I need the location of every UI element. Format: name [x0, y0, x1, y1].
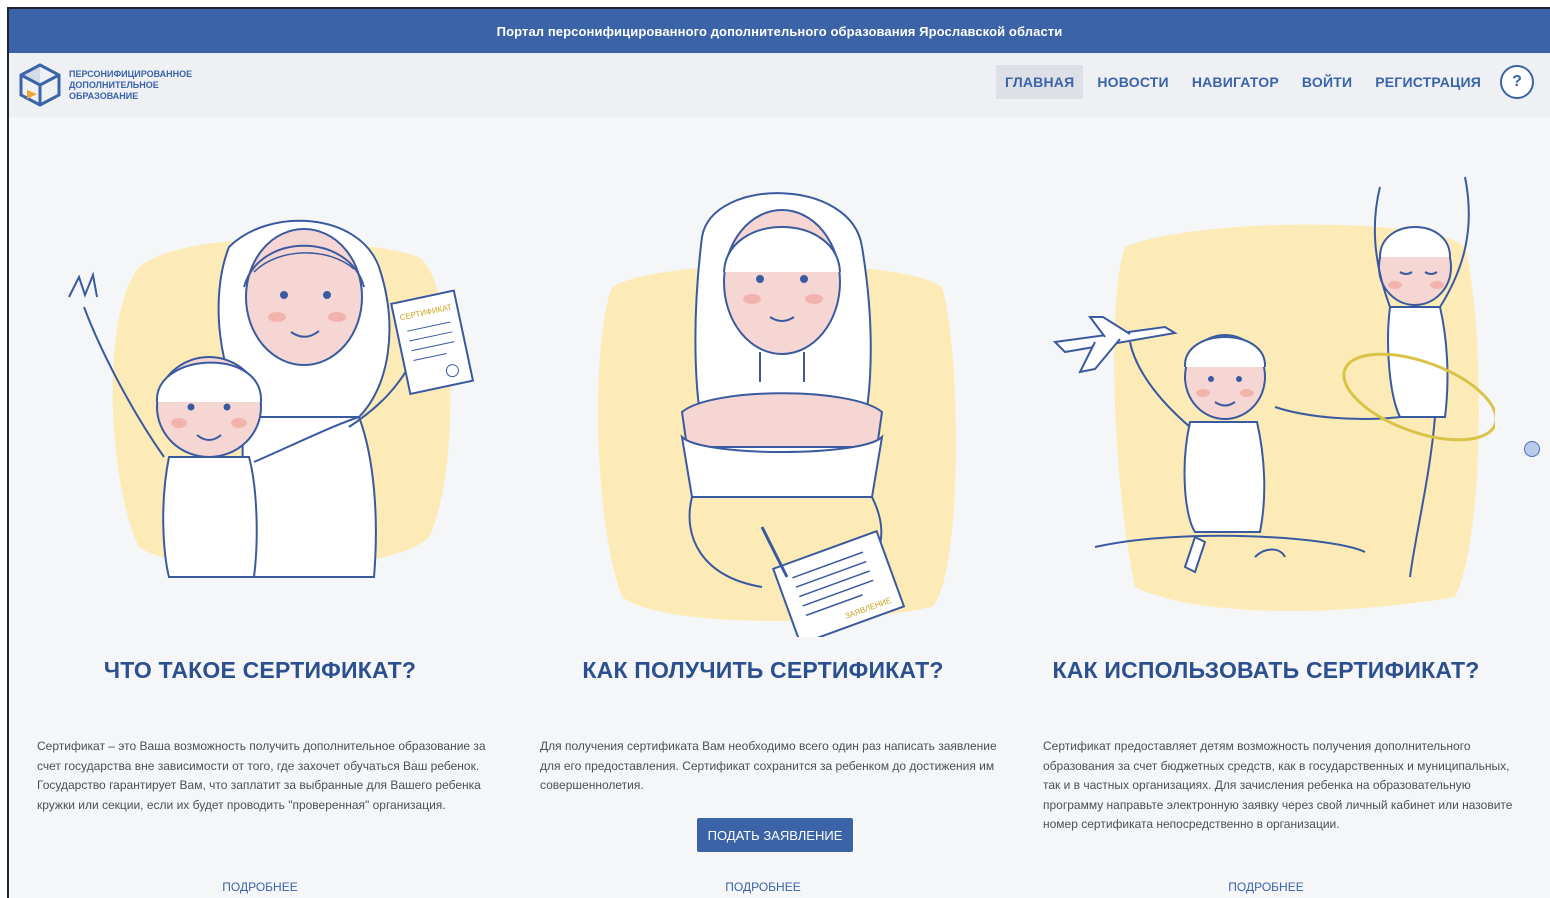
- submit-application-button[interactable]: ПОДАТЬ ЗАЯВЛЕНИЕ: [697, 818, 853, 852]
- help-button[interactable]: ?: [1500, 65, 1534, 99]
- logo-line-3: ОБРАЗОВАНИЕ: [69, 90, 139, 101]
- nav-item-news[interactable]: НОВОСТИ: [1088, 65, 1177, 99]
- logo-line-1: ПЕРСОНИФИЦИРОВАННОЕ: [69, 68, 193, 79]
- what-is-certificate-section: СЕРТИФИКАТ ЧТО ТАКОЕ СЕРТИФИКАТ? Сертифи…: [9, 117, 511, 898]
- cursor-indicator: [1524, 441, 1540, 457]
- children-activities-illustration: [1052, 176, 1495, 611]
- nav-item-home[interactable]: ГЛАВНАЯ: [996, 65, 1084, 99]
- browser-viewport: Портал персонифицированного дополнительн…: [7, 7, 1550, 898]
- logo-cube-icon: [19, 63, 61, 107]
- section-title: ЧТО ТАКОЕ СЕРТИФИКАТ?: [103, 657, 417, 683]
- site-logo[interactable]: ПЕРСОНИФИЦИРОВАННОЕ ДОПОЛНИТЕЛЬНОЕ ОБРАЗ…: [17, 62, 192, 108]
- section-description: Сертификат предоставляет детям возможнос…: [1043, 739, 1513, 831]
- more-link[interactable]: ПОДРОБНЕЕ: [9, 880, 511, 894]
- mother-child-certificate-illustration: СЕРТИФИКАТ: [68, 219, 475, 578]
- logo-text: ПЕРСОНИФИЦИРОВАННОЕ ДОПОЛНИТЕЛЬНОЕ ОБРАЗ…: [69, 69, 192, 102]
- section-title: КАК ИСПОЛЬЗОВАТЬ СЕРТИФИКАТ?: [1052, 657, 1480, 683]
- more-link[interactable]: ПОДРОБНЕЕ: [512, 880, 1014, 894]
- nav-item-login[interactable]: ВОЙТИ: [1293, 65, 1361, 99]
- how-to-use-certificate-section: КАК ИСПОЛЬЗОВАТЬ СЕРТИФИКАТ? Сертификат …: [1015, 117, 1517, 898]
- main-nav: ГЛАВНАЯ НОВОСТИ НАВИГАТОР ВОЙТИ РЕГИСТРА…: [991, 65, 1534, 99]
- portal-title: Портал персонифицированного дополнительн…: [496, 23, 1063, 39]
- info-columns: СЕРТИФИКАТ ЧТО ТАКОЕ СЕРТИФИКАТ? Сертифи…: [9, 117, 1550, 898]
- nav-item-register[interactable]: РЕГИСТРАЦИЯ: [1366, 65, 1490, 99]
- woman-writing-application-illustration: ЗАЯВЛЕНИЕ: [598, 192, 956, 637]
- section-title: КАК ПОЛУЧИТЬ СЕРТИФИКАТ?: [582, 657, 944, 683]
- section-description: Сертификат – это Ваша возможность получи…: [37, 739, 486, 812]
- more-link[interactable]: ПОДРОБНЕЕ: [1015, 880, 1517, 894]
- how-to-get-certificate-section: ЗАЯВЛЕНИЕ КАК ПОЛУЧИТЬ СЕРТИФИКАТ? Для п…: [512, 117, 1014, 898]
- site-header: ПЕРСОНИФИЦИРОВАННОЕ ДОПОЛНИТЕЛЬНОЕ ОБРАЗ…: [9, 53, 1550, 117]
- section-description: Для получения сертификата Вам необходимо…: [540, 739, 997, 792]
- portal-banner: Портал персонифицированного дополнительн…: [9, 9, 1550, 53]
- nav-item-navigator[interactable]: НАВИГАТОР: [1183, 65, 1288, 99]
- logo-line-2: ДОПОЛНИТЕЛЬНОЕ: [69, 79, 159, 90]
